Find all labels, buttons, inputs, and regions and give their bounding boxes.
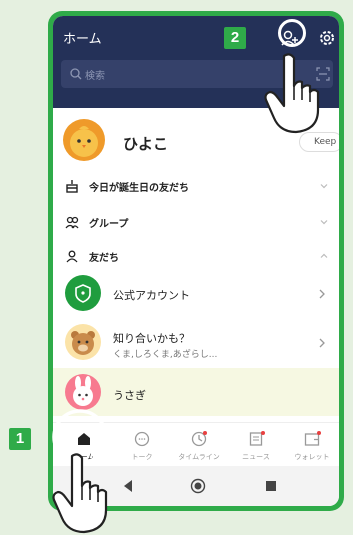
keep-button[interactable]: Keep — [299, 132, 339, 152]
tab-news[interactable]: ニュース — [227, 423, 285, 467]
timeline-icon — [191, 431, 207, 447]
friend-name: うさぎ — [113, 389, 146, 402]
list-item-official-account[interactable]: 公式アカウント — [53, 271, 339, 317]
chevron-down-icon — [320, 184, 328, 189]
chat-icon — [134, 431, 150, 447]
profile-name: ひよこ — [123, 135, 169, 153]
tab-label: タイムライン — [178, 453, 220, 461]
highlight-ring-add-friend — [278, 19, 306, 47]
group-icon — [65, 216, 79, 229]
list-item-suggestions[interactable]: 知り合いかも？ くま,しろくま,あざらし... — [53, 320, 339, 366]
recents-icon[interactable] — [265, 480, 277, 492]
step-marker-1: 1 — [9, 428, 31, 450]
birthday-cake-icon — [66, 180, 78, 193]
search-placeholder: 検索 — [85, 71, 105, 82]
chevron-up-icon — [320, 253, 328, 258]
tab-label: ニュース — [242, 453, 270, 461]
friends-icon — [66, 250, 78, 263]
pointing-hand-icon — [52, 453, 108, 534]
news-icon — [249, 431, 265, 446]
friend-subtitle: くま,しろくま,あざらし... — [113, 350, 218, 360]
section-groups[interactable]: グループ — [53, 207, 339, 237]
page-title: ホーム — [63, 32, 102, 47]
tab-wallet[interactable]: ウォレット — [283, 423, 339, 467]
section-friends[interactable]: 友だち — [53, 241, 339, 271]
tab-label: トーク — [131, 453, 153, 461]
friend-name: 公式アカウント — [113, 289, 190, 302]
section-label: 友だち — [89, 253, 119, 264]
home-circle-icon[interactable] — [190, 478, 206, 494]
chick-avatar — [63, 119, 105, 161]
back-icon[interactable] — [121, 479, 135, 493]
chevron-right-icon — [319, 289, 325, 299]
section-label: 今日が誕生日の友だち — [89, 183, 189, 194]
wallet-icon — [304, 431, 321, 446]
friend-name: 知り合いかも？ — [113, 332, 190, 345]
section-birthday[interactable]: 今日が誕生日の友だち — [53, 171, 339, 201]
tab-label: ウォレット — [294, 453, 330, 461]
chevron-right-icon — [319, 338, 325, 348]
tab-timeline[interactable]: タイムライン — [170, 423, 228, 467]
bear-avatar — [65, 324, 101, 360]
rabbit-avatar — [65, 374, 101, 410]
chevron-down-icon — [320, 220, 328, 225]
search-icon — [70, 68, 82, 80]
shield-icon — [65, 275, 101, 311]
step-marker-2: 2 — [224, 27, 246, 49]
pointing-hand-icon — [264, 53, 320, 134]
tab-talk[interactable]: トーク — [113, 423, 171, 467]
section-label: グループ — [89, 219, 129, 230]
